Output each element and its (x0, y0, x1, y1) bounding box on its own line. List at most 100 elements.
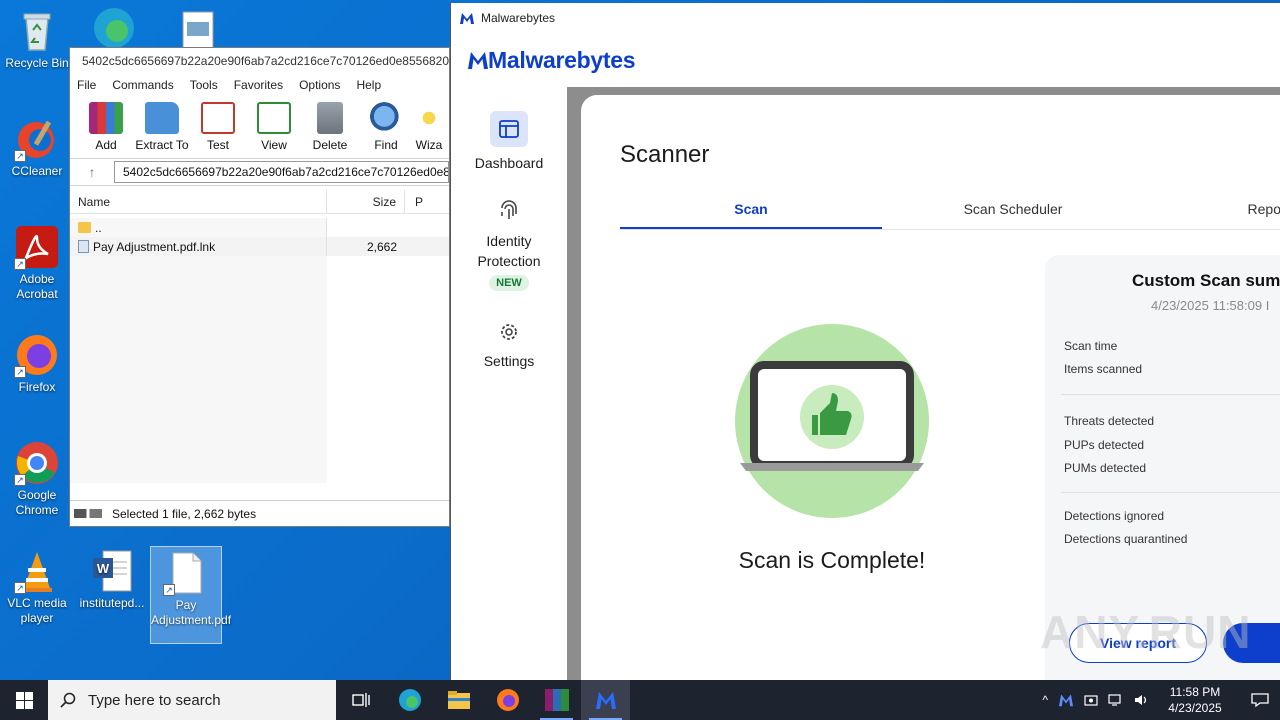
word-document-icon: W (89, 548, 135, 594)
menu-help[interactable]: Help (356, 78, 381, 92)
volume-icon[interactable] (1134, 693, 1150, 707)
winrar-window: 5402c5dc6656697b22a20e90f6ab7a2cd216ce7c… (69, 47, 450, 527)
taskbar-firefox[interactable] (483, 680, 532, 720)
desktop-icon-pay-adjustment[interactable]: ↗ Pay Adjustment.pdf (150, 546, 231, 644)
task-view-icon (351, 693, 370, 707)
desktop-icon-label: Google Chrome (15, 488, 59, 517)
taskbar-clock[interactable]: 11:58 PM 4/23/2025 (1160, 684, 1230, 716)
malwarebytes-window: Malwarebytes Malwarebytes Dashboard Iden… (450, 3, 1280, 685)
taskbar-search-box[interactable]: Type here to search (48, 680, 336, 720)
add-archive-icon (89, 102, 123, 134)
file-size: 2,662 (366, 239, 397, 254)
task-view-button[interactable] (336, 680, 385, 720)
winrar-icon (544, 689, 569, 711)
summary-title: Custom Scan sumi (1132, 271, 1280, 290)
desktop-icon-word-document[interactable]: W institutepd... (76, 548, 148, 611)
taskbar-file-explorer[interactable] (434, 680, 483, 720)
wizard-button[interactable]: Wiza (414, 102, 444, 152)
column-name[interactable]: Name (70, 190, 327, 213)
wizard-label: Wiza (415, 138, 443, 152)
tab-scan[interactable]: Scan (620, 193, 882, 229)
scanner-tabs: Scan Scan Scheduler Repo (620, 193, 1280, 229)
winrar-menubar: File Commands Tools Favorites Options He… (70, 74, 449, 96)
sidebar-item-dashboard[interactable]: Dashboard (451, 111, 567, 171)
drive-icon (74, 509, 102, 518)
search-icon (60, 692, 76, 708)
recycle-bin-icon (14, 8, 60, 54)
delete-button[interactable]: Delete (302, 102, 358, 152)
menu-commands[interactable]: Commands (112, 78, 173, 92)
malwarebytes-titlebar[interactable]: Malwarebytes (451, 3, 1280, 33)
sidebar-item-settings[interactable]: Settings (451, 319, 567, 369)
fingerprint-icon (490, 197, 528, 223)
test-button[interactable]: Test (190, 102, 246, 152)
desktop-icon-label: Adobe Acrobat (16, 272, 58, 301)
folder-extract-icon (145, 102, 179, 134)
shortcut-arrow-icon: ↗ (14, 474, 26, 486)
desktop-icon-chrome[interactable]: ↗ Google Chrome (1, 440, 73, 518)
column-packed[interactable]: P (405, 190, 449, 213)
system-tray: ^ 11:58 PM 4/23/2025 (1042, 680, 1280, 720)
taskbar-malwarebytes[interactable] (581, 680, 630, 720)
view-button[interactable]: View (246, 102, 302, 152)
tray-overflow-chevron-icon[interactable]: ^ (1042, 693, 1048, 707)
column-size[interactable]: Size (327, 190, 405, 213)
add-button[interactable]: Add (78, 102, 134, 152)
ccleaner-icon: ↗ (14, 116, 60, 162)
malwarebytes-icon (595, 692, 616, 709)
brand-text: Malwarebytes (488, 46, 636, 73)
anyrun-watermark: ANY.RUN (1040, 606, 1252, 658)
winrar-statusbar: Selected 1 file, 2,662 bytes (70, 500, 449, 526)
desktop-icon-adobe-acrobat[interactable]: ↗ Adobe Acrobat (1, 224, 73, 302)
test-clipboard-icon (201, 102, 235, 134)
desktop-icon-firefox[interactable]: ↗ Firefox (1, 332, 73, 395)
magnifier-icon (369, 102, 403, 134)
find-label: Find (374, 138, 398, 152)
extract-to-button[interactable]: Extract To (134, 102, 190, 152)
menu-tools[interactable]: Tools (190, 78, 218, 92)
start-button[interactable] (0, 680, 48, 720)
archive-path-text: 5402c5dc6656697b22a20e90f6ab7a2cd216ce7c… (123, 165, 449, 179)
archive-path-field[interactable]: 5402c5dc6656697b22a20e90f6ab7a2cd216ce7c… (114, 161, 449, 183)
svg-text:W: W (97, 561, 110, 576)
shortcut-file-icon (78, 240, 89, 253)
taskbar: Type here to search ^ 11:58 PM 4/23/2025 (0, 680, 1280, 720)
menu-file[interactable]: File (77, 78, 96, 92)
malwarebytes-sidebar: Dashboard Identity Protection NEW Settin… (451, 87, 567, 680)
clock-date: 4/23/2025 (1168, 701, 1222, 715)
summary-pums: PUMs detected (1064, 461, 1147, 475)
winrar-titlebar[interactable]: 5402c5dc6656697b22a20e90f6ab7a2cd216ce7c… (70, 48, 449, 74)
up-arrow-icon[interactable]: ↑ (70, 164, 114, 180)
folder-icon (78, 222, 91, 233)
network-icon[interactable] (1108, 693, 1124, 707)
file-row-pay-adjustment[interactable]: Pay Adjustment.pdf.lnk 2,662 (70, 237, 449, 256)
sidebar-item-identity-protection[interactable]: Identity Protection NEW (451, 197, 567, 291)
menu-favorites[interactable]: Favorites (234, 78, 283, 92)
folder-icon (447, 691, 470, 709)
file-list-header: Name Size P (70, 190, 449, 214)
menu-options[interactable]: Options (299, 78, 340, 92)
firefox-icon (496, 689, 519, 711)
malwarebytes-brand: Malwarebytes (451, 33, 1280, 87)
notification-icon[interactable] (1240, 692, 1280, 708)
file-row-parent[interactable]: .. (70, 218, 449, 237)
shortcut-arrow-icon: ↗ (14, 366, 26, 378)
desktop-icon-ccleaner[interactable]: ↗ CCleaner (1, 116, 73, 179)
page-title: Scanner (620, 141, 710, 168)
sidebar-label-identity: Identity Protection (477, 233, 541, 269)
desktop-icon-label: institutepd... (79, 596, 145, 610)
desktop-icon-edge[interactable] (78, 5, 150, 53)
clock-time: 11:58 PM (1169, 685, 1221, 699)
test-label: Test (206, 138, 229, 152)
new-badge: NEW (489, 275, 529, 291)
tab-reports[interactable]: Repo (1144, 193, 1280, 229)
security-tray-icon[interactable] (1084, 693, 1098, 707)
desktop-icon-recycle-bin[interactable]: Recycle Bin (1, 8, 73, 71)
tab-scan-scheduler[interactable]: Scan Scheduler (882, 193, 1144, 229)
malwarebytes-tray-icon[interactable] (1058, 693, 1074, 707)
find-button[interactable]: Find (358, 102, 414, 152)
sidebar-label-dashboard: Dashboard (474, 155, 544, 171)
desktop-icon-vlc[interactable]: ↗ VLC media player (1, 548, 73, 626)
taskbar-winrar[interactable] (532, 680, 581, 720)
taskbar-edge[interactable] (385, 680, 434, 720)
